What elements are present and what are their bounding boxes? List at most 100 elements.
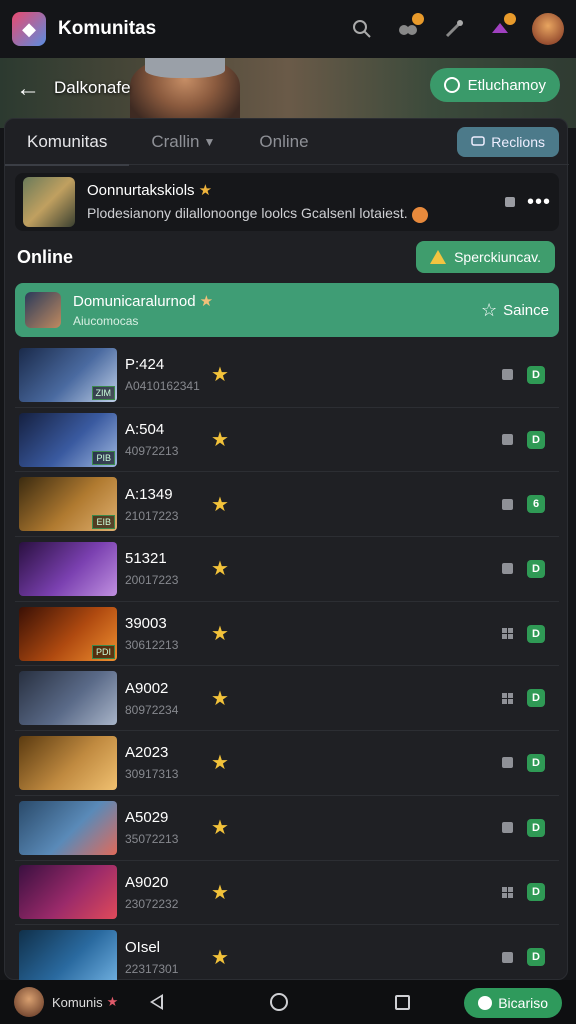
tab-online[interactable]: Online [237,119,330,165]
reactions-button[interactable]: Reclions [457,127,559,157]
status-badge: D [527,559,545,578]
star-icon[interactable]: ★ [211,750,229,775]
member-name: Domunicaralurnod [73,293,196,310]
badge-icon [411,206,428,223]
profile-avatar[interactable] [532,13,564,45]
featured-thumbnail [23,177,75,227]
star-icon[interactable]: ★ [211,880,229,905]
square-icon[interactable] [502,951,513,963]
member-row[interactable]: A5029 35072213 ★ D [15,796,559,861]
member-title: 39003 [125,615,167,633]
member-row[interactable]: PIB A:504 40972213 ★ D [15,408,559,473]
hero-helmet-image [145,58,225,78]
chat-icon [471,136,486,146]
save-button[interactable]: ☆ Saince [481,300,549,321]
game-thumbnail [19,930,117,985]
star-icon[interactable]: ★ [211,362,229,387]
member-row[interactable]: A2023 30917313 ★ D [15,731,559,796]
game-thumbnail [19,800,117,855]
star-icon[interactable]: ★ [211,492,229,517]
notification-dot-icon [412,13,424,25]
square-icon[interactable] [502,498,513,510]
member-title: P:424 [125,356,165,374]
member-title: A9020 [125,873,169,891]
member-row[interactable]: A9002 80972234 ★ D [15,666,559,732]
square-icon[interactable] [502,822,513,834]
bottom-action-button[interactable]: Bicariso [464,988,562,1018]
member-row[interactable]: PDI 39003 30612213 ★ D [15,602,559,667]
member-title: A2023 [125,744,169,762]
star-icon[interactable]: ★ [211,556,229,581]
member-title: A:1349 [125,485,173,503]
star-icon: ★ [199,293,214,310]
square-icon[interactable] [502,757,513,769]
app-title: Komunitas [58,18,157,39]
member-row[interactable]: ZIM P:424 A0410162341 ★ D [15,343,559,408]
member-id: A0410162341 [125,379,200,394]
status-badge: D [527,430,545,449]
square-icon[interactable] [504,197,515,207]
more-options-icon[interactable]: ••• [527,191,551,214]
warning-icon [430,250,447,264]
status-badge: 6 [527,495,545,514]
star-icon[interactable]: ★ [211,945,229,970]
save-label: Saince [503,301,549,319]
grid-icon[interactable] [502,628,513,640]
featured-card[interactable]: Oonnurtakskiols ★ Plodesianony dilallonoo… [15,173,559,231]
wand-icon[interactable] [440,15,468,43]
star-icon[interactable]: ★ [211,427,229,452]
grid-icon[interactable] [502,692,513,704]
notification-icon[interactable] [486,13,516,43]
thumb-tag: PDI [91,644,115,659]
star-icon: ★ [198,182,213,200]
game-thumbnail: ZIM [19,347,117,402]
member-id: 23072232 [125,896,179,911]
circle-icon [478,996,493,1010]
bottom-label: Komunis [52,994,103,1010]
app-bar: ◆ Komunitas [0,0,576,58]
game-thumbnail [19,671,117,726]
square-icon[interactable] [502,563,513,575]
tab-label: Komunitas [27,131,108,151]
tab-label: Online [259,131,309,151]
square-icon[interactable] [502,434,513,446]
hero-action-label: Etluchamoy [467,76,546,94]
game-thumbnail [19,541,117,596]
online-action-label: Sperckiuncav. [454,249,541,265]
nav-recent-apps-icon[interactable] [395,994,410,1010]
star-icon[interactable]: ★ [211,686,229,711]
grid-icon[interactable] [502,886,513,898]
member-id: 80972234 [125,702,179,717]
member-id: 21017223 [125,508,179,523]
star-icon[interactable]: ★ [211,621,229,646]
member-id: 22317301 [125,961,179,976]
app-logo-icon[interactable]: ◆ [12,12,46,46]
game-thumbnail: PDI [19,606,117,661]
member-title: OIsel [125,938,161,956]
hero-label: Dalkonafe [54,78,131,97]
gamepad-icon[interactable] [394,13,424,43]
member-avatar [25,292,61,328]
hero-action-button[interactable]: Etluchamoy [429,68,560,102]
highlighted-member-card[interactable]: Domunicaralurnod ★ Aiucomocas ☆ Saince [15,283,559,337]
online-section-title: Online [17,247,74,267]
search-icon[interactable] [348,15,376,43]
back-arrow-icon[interactable]: ← [16,76,42,102]
member-id: 20017223 [125,573,179,588]
square-icon[interactable] [502,369,513,381]
user-avatar[interactable] [14,987,44,1017]
nav-back-icon[interactable] [150,994,163,1010]
star-outline-icon: ☆ [480,299,498,320]
member-row[interactable]: 51321 20017223 ★ D [15,537,559,602]
member-list: ZIM P:424 A0410162341 ★ D PIB A:504 4097… [15,343,559,990]
nav-home-icon[interactable] [270,993,288,1011]
member-row[interactable]: A9020 23072232 ★ D [15,861,559,926]
tab-label: Crallin [151,131,200,151]
online-action-button[interactable]: Sperckiuncav. [416,241,555,273]
chevron-down-icon: ▼ [203,134,216,149]
tab-crallin[interactable]: Crallin ▼ [129,119,237,165]
star-icon[interactable]: ★ [211,815,229,840]
member-row[interactable]: EIB A:1349 21017223 ★ 6 [15,472,559,538]
tab-komunitas[interactable]: Komunitas [5,119,130,166]
member-id: 35072213 [125,832,179,847]
